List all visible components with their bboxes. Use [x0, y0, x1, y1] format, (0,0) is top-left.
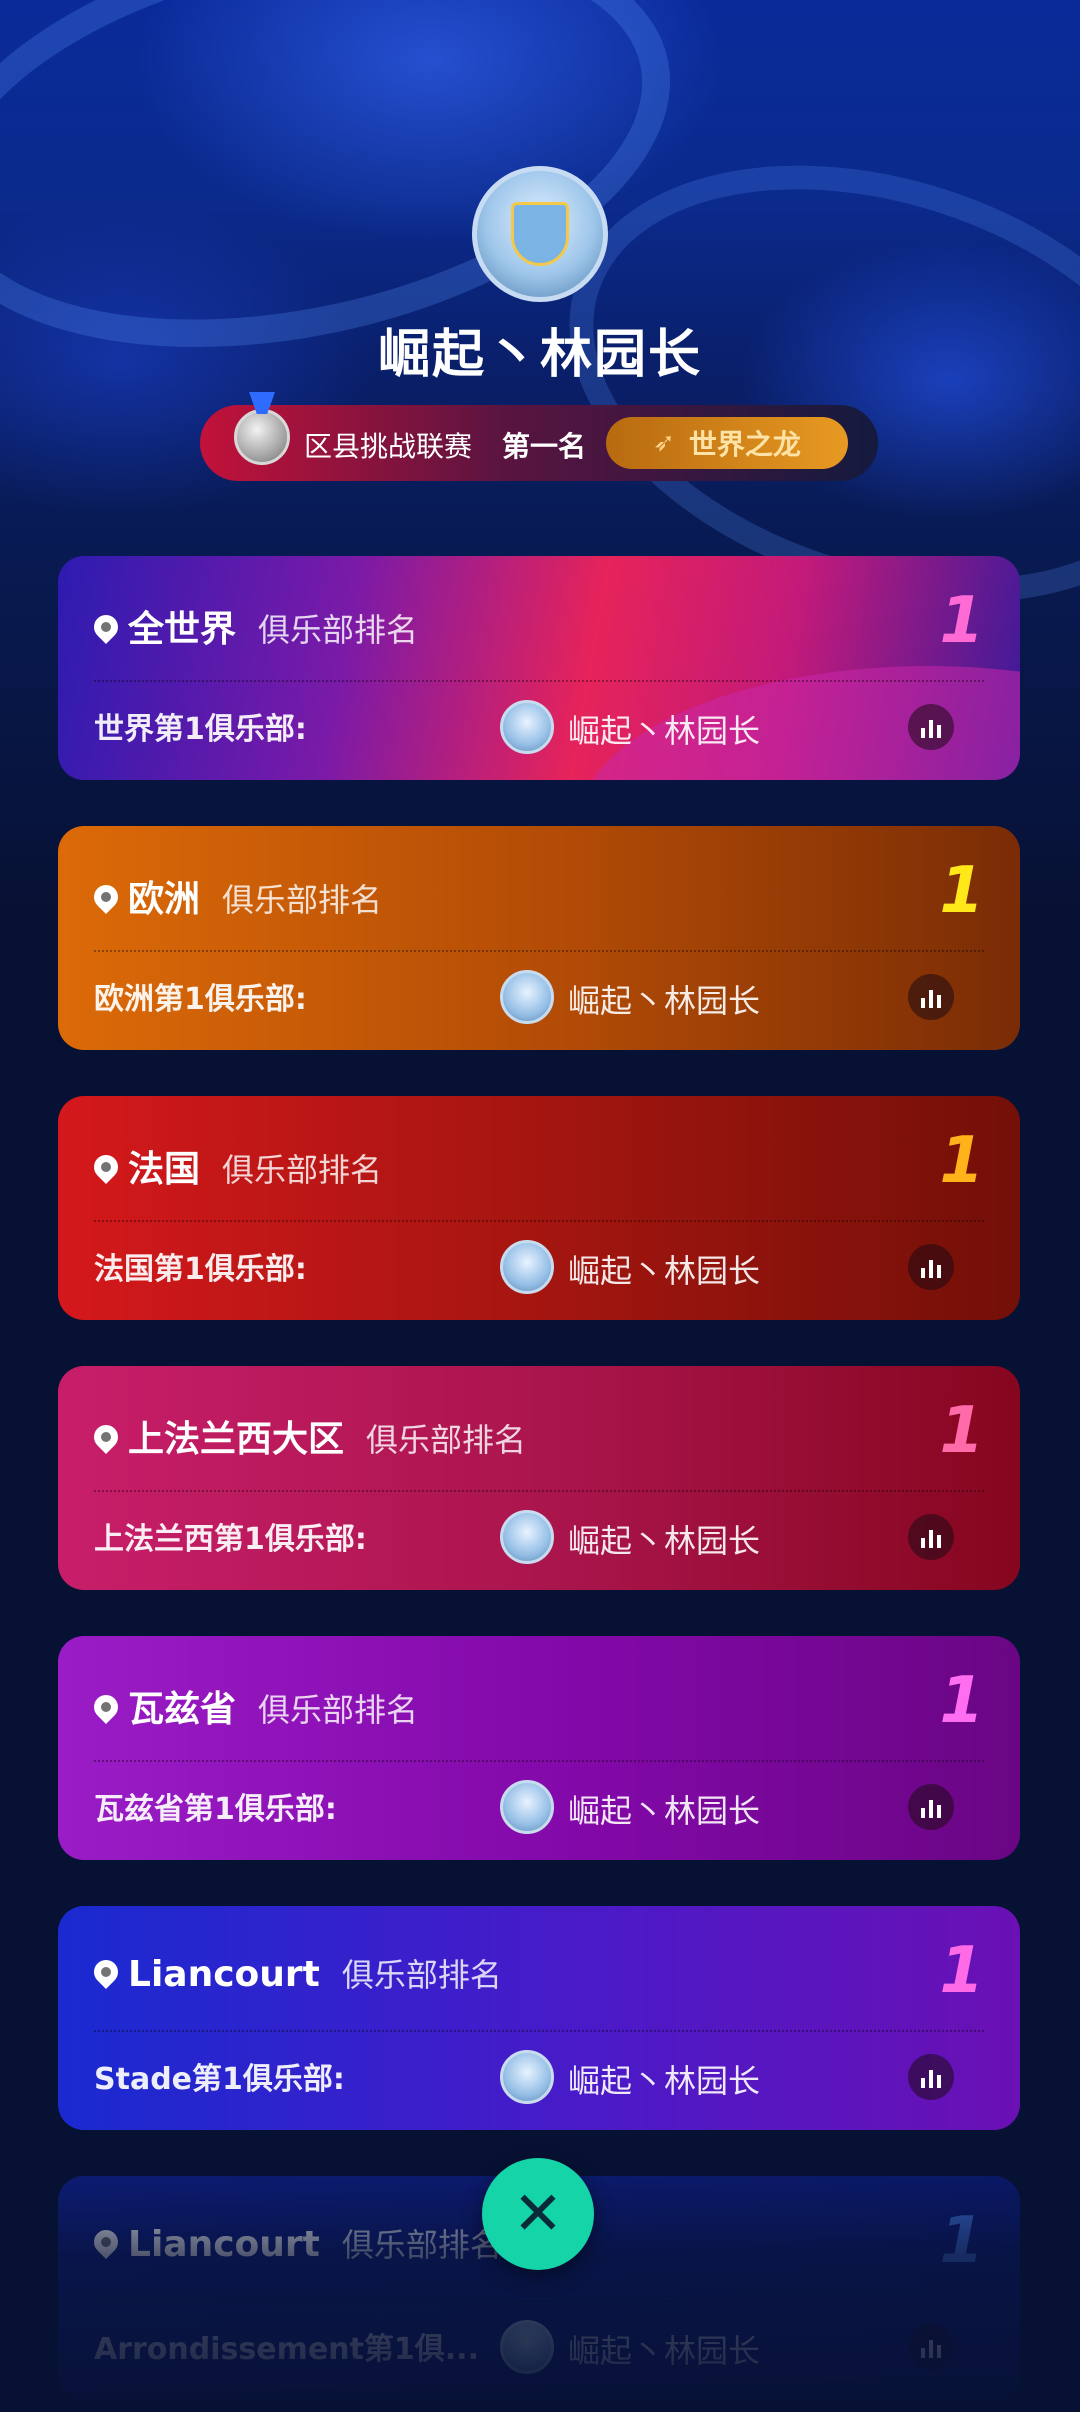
divider	[94, 680, 984, 682]
region-name: 法国	[128, 1149, 201, 1190]
close-button[interactable]: ✕	[482, 2158, 594, 2270]
rank-label: 俱乐部排名	[258, 1691, 419, 1729]
stats-button[interactable]	[908, 2324, 954, 2370]
club-logo-icon	[500, 1510, 554, 1564]
divider	[94, 950, 984, 952]
honor-badge[interactable]: ➶ 世界之龙	[606, 417, 848, 469]
club-name: 崛起丶林园长	[568, 1792, 761, 1830]
ranking-card-oise[interactable]: 瓦兹省 俱乐部排名 1 瓦兹省第1俱乐部: 崛起丶林园长	[58, 1636, 1020, 1860]
ranking-card-europe[interactable]: 欧洲 俱乐部排名 1 欧洲第1俱乐部: 崛起丶林园长	[58, 826, 1020, 1050]
region-name: 瓦兹省	[128, 1689, 237, 1730]
top-club-label: 世界第1俱乐部:	[94, 712, 307, 747]
club-logo-icon	[500, 2320, 554, 2374]
league-pill: 区县挑战联赛 第一名 ➶ 世界之龙	[200, 405, 878, 481]
location-pin-icon	[89, 1420, 123, 1454]
club-logo-icon	[500, 970, 554, 1024]
rank-number: 1	[939, 584, 984, 658]
club-name: 崛起丶林园长	[568, 712, 761, 750]
top-club-label: Stade第1俱乐部:	[94, 2062, 345, 2097]
location-pin-icon	[89, 1690, 123, 1724]
top-club-label: 欧洲第1俱乐部:	[94, 982, 307, 1017]
dragon-icon: ➶	[653, 428, 675, 458]
club-name: 崛起丶林园长	[568, 2332, 761, 2370]
shield-icon	[511, 202, 569, 266]
divider	[94, 2300, 984, 2302]
club-logo-icon	[500, 700, 554, 754]
ranking-card-hauts-de-france[interactable]: 上法兰西大区 俱乐部排名 1 上法兰西第1俱乐部: 崛起丶林园长	[58, 1366, 1020, 1590]
divider	[94, 1760, 984, 1762]
stats-button[interactable]	[908, 1784, 954, 1830]
top-club-label: 上法兰西第1俱乐部:	[94, 1522, 367, 1557]
rank-number: 1	[939, 2204, 984, 2278]
stats-button[interactable]	[908, 704, 954, 750]
rank-label: 俱乐部排名	[222, 1151, 383, 1189]
divider	[94, 1220, 984, 1222]
rank-label: 俱乐部排名	[222, 881, 383, 919]
divider	[94, 2030, 984, 2032]
league-name: 区县挑战联赛	[304, 430, 473, 463]
location-pin-icon	[89, 1955, 123, 1989]
divider	[94, 1490, 984, 1492]
rank-label: 俱乐部排名	[341, 1956, 502, 1994]
club-logo-icon	[500, 1240, 554, 1294]
region-name: 欧洲	[128, 879, 201, 920]
rank-number: 1	[939, 1934, 984, 2008]
club-name: 崛起丶林园长	[568, 2062, 761, 2100]
stats-button[interactable]	[908, 1244, 954, 1290]
club-name: 崛起丶林园长	[568, 1252, 761, 1290]
region-name: Liancourt	[128, 2224, 320, 2265]
location-pin-icon	[89, 880, 123, 914]
location-pin-icon	[89, 1150, 123, 1184]
location-pin-icon	[89, 2225, 123, 2259]
region-name: 全世界	[128, 609, 237, 650]
top-club-label: Arrondissement第1俱...	[94, 2332, 479, 2367]
region-name: Liancourt	[128, 1954, 320, 1995]
rank-label: 俱乐部排名	[341, 2226, 502, 2264]
rank-number: 1	[939, 1394, 984, 1468]
rank-label: 俱乐部排名	[366, 1421, 527, 1459]
ranking-card-world[interactable]: 全世界 俱乐部排名 1 世界第1俱乐部: 崛起丶林园长	[58, 556, 1020, 780]
ranking-card-liancourt-stade[interactable]: Liancourt 俱乐部排名 1 Stade第1俱乐部: 崛起丶林园长	[58, 1906, 1020, 2130]
stats-button[interactable]	[908, 1514, 954, 1560]
team-name: 崛起丶林园长	[377, 325, 702, 385]
club-name: 崛起丶林园长	[568, 1522, 761, 1560]
rank-number: 1	[939, 854, 984, 928]
top-club-label: 瓦兹省第1俱乐部:	[94, 1792, 337, 1827]
rank-number: 1	[939, 1124, 984, 1198]
location-pin-icon	[89, 610, 123, 644]
close-icon: ✕	[512, 2179, 564, 2249]
silver-medal-icon	[234, 409, 290, 465]
stats-button[interactable]	[908, 2054, 954, 2100]
stats-button[interactable]	[908, 974, 954, 1020]
club-logo-icon	[500, 2050, 554, 2104]
league-rank: 第一名	[502, 430, 587, 463]
club-name: 崛起丶林园长	[568, 982, 761, 1020]
honor-title: 世界之龙	[688, 428, 801, 461]
club-badge	[472, 166, 608, 302]
ranking-card-france[interactable]: 法国 俱乐部排名 1 法国第1俱乐部: 崛起丶林园长	[58, 1096, 1020, 1320]
club-logo-icon	[500, 1780, 554, 1834]
rank-number: 1	[939, 1664, 984, 1738]
region-name: 上法兰西大区	[128, 1419, 345, 1460]
top-club-label: 法国第1俱乐部:	[94, 1252, 307, 1287]
rank-label: 俱乐部排名	[258, 611, 419, 649]
